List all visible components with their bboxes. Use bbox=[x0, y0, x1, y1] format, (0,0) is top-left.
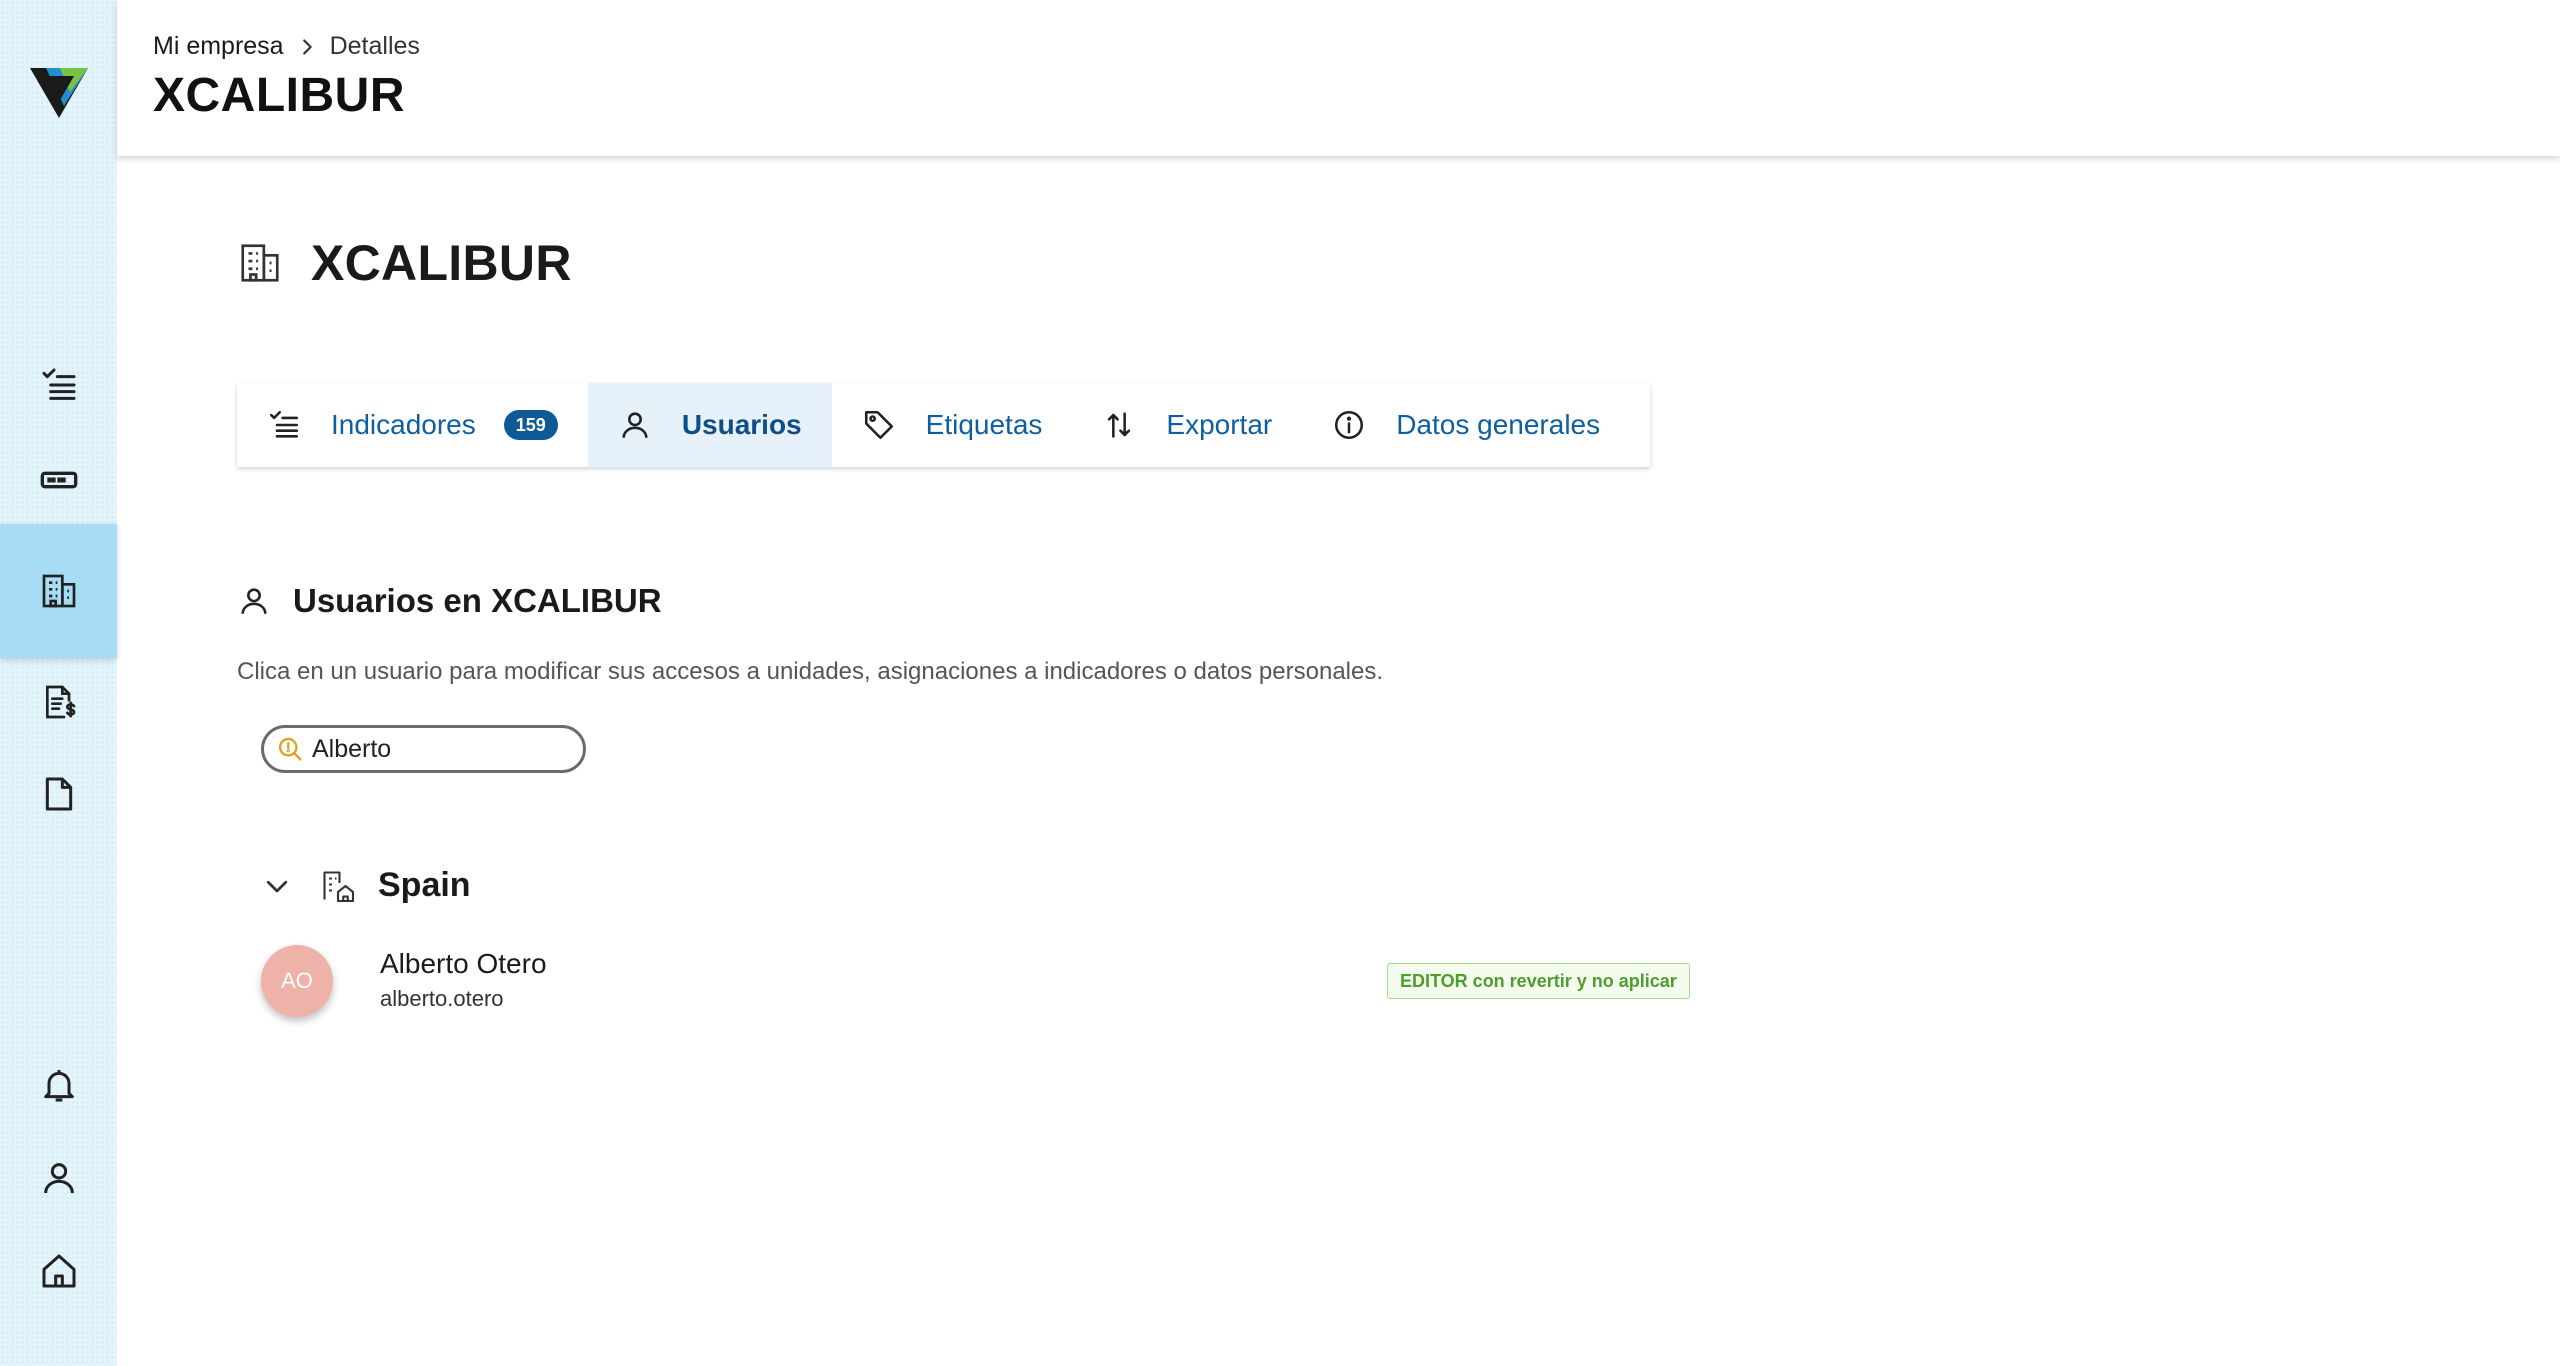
tab-label: Etiquetas bbox=[925, 409, 1043, 440]
file-icon bbox=[45, 777, 72, 811]
avatar: AO bbox=[261, 945, 333, 1017]
users-section-title: Usuarios en XCALIBUR bbox=[237, 582, 662, 620]
tab-label: Exportar bbox=[1166, 409, 1273, 440]
info-icon bbox=[1335, 410, 1364, 440]
tab-label: Usuarios bbox=[681, 409, 802, 440]
sidebar-item-invoices[interactable] bbox=[0, 662, 117, 742]
sidebar bbox=[0, 0, 117, 1366]
count-badge: 159 bbox=[503, 410, 558, 440]
user-search bbox=[261, 725, 586, 773]
header-title: XCALIBUR bbox=[153, 69, 405, 122]
sidebar-item-documents[interactable] bbox=[0, 754, 117, 834]
user-icon bbox=[241, 588, 267, 614]
building-icon bbox=[42, 574, 75, 608]
tab-indicadores[interactable]: Indicadores 159 bbox=[237, 383, 588, 467]
user-icon bbox=[43, 1163, 74, 1194]
building-icon bbox=[241, 244, 279, 282]
sidebar-item-progress[interactable] bbox=[0, 440, 117, 520]
bell-icon bbox=[43, 1070, 74, 1102]
search-input[interactable] bbox=[312, 734, 572, 764]
chevron-down-icon[interactable] bbox=[262, 871, 292, 901]
user-name: Alberto Otero bbox=[380, 948, 547, 979]
sidebar-item-home[interactable] bbox=[0, 1231, 117, 1311]
group-name: Spain bbox=[378, 866, 471, 904]
tab-label: Indicadores bbox=[331, 409, 476, 440]
user-list-item[interactable]: AO Alberto Otero alberto.otero EDITOR co… bbox=[261, 943, 1690, 1019]
user-icon bbox=[622, 412, 648, 438]
building-home-icon bbox=[323, 870, 355, 902]
chevron-right-icon bbox=[302, 38, 312, 55]
sort-arrows-icon bbox=[1108, 412, 1131, 438]
user-login: alberto.otero bbox=[380, 986, 504, 1011]
tab-datos-generales[interactable]: Datos generales bbox=[1302, 383, 1630, 467]
tab-bar: Indicadores 159 Usuarios Etiquetas Expor… bbox=[237, 383, 1650, 467]
role-badge: EDITOR con revertir y no aplicar bbox=[1387, 963, 1690, 999]
tab-usuarios[interactable]: Usuarios bbox=[587, 383, 832, 467]
section-description: Clica en un usuario para modificar sus a… bbox=[237, 658, 1384, 685]
tab-etiquetas[interactable]: Etiquetas bbox=[832, 383, 1073, 467]
group-header: Spain bbox=[262, 866, 471, 905]
breadcrumb-item-home[interactable]: Mi empresa bbox=[153, 32, 284, 61]
page-title: XCALIBUR bbox=[311, 235, 572, 291]
tab-label: Datos generales bbox=[1396, 409, 1601, 440]
breadcrumb-item-current: Detalles bbox=[329, 32, 420, 60]
sidebar-item-notifications[interactable] bbox=[0, 1045, 117, 1125]
section-heading: Usuarios en XCALIBUR bbox=[293, 582, 662, 619]
tab-exportar[interactable]: Exportar bbox=[1072, 383, 1302, 467]
tag-icon bbox=[864, 410, 893, 440]
checklist-icon bbox=[42, 368, 75, 400]
sidebar-item-indicators[interactable] bbox=[0, 345, 117, 425]
search-icon bbox=[278, 737, 302, 761]
sidebar-item-companies[interactable] bbox=[0, 524, 117, 658]
top-header: Mi empresa Detalles XCALIBUR bbox=[117, 0, 2560, 156]
battery-bar-icon bbox=[40, 471, 77, 489]
document-dollar-icon bbox=[45, 685, 75, 719]
checklist-icon bbox=[269, 410, 299, 438]
home-icon bbox=[42, 1254, 75, 1288]
sidebar-item-profile[interactable] bbox=[0, 1138, 117, 1218]
app-logo-icon[interactable] bbox=[30, 66, 88, 118]
page-heading: XCALIBUR bbox=[237, 234, 572, 292]
breadcrumb: Mi empresa Detalles bbox=[153, 32, 420, 61]
